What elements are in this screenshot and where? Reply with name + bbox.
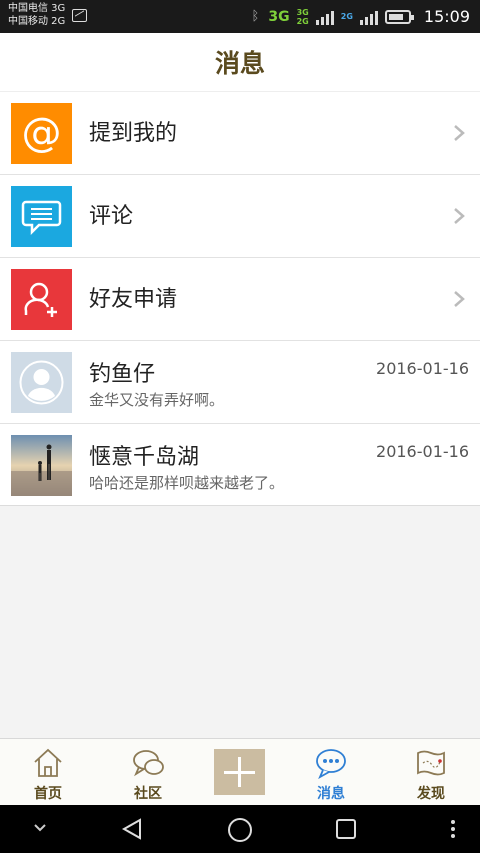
gallery-notification-icon xyxy=(72,9,87,22)
status-bar: 中国电信 3G 中国移动 2G ᛒ 3G 3G 2G 2G 15:09 xyxy=(0,0,480,33)
tab-community-label: 社区 xyxy=(134,786,162,802)
network-mini-bottom: 2G xyxy=(296,16,309,26)
tab-discover-label: 发现 xyxy=(417,786,445,802)
signal-strength-icon xyxy=(315,9,334,25)
message-list: @ 提到我的 评论 好友申请 钓鱼仔 金华又没有弄好啊。 2016-01-16 … xyxy=(0,91,480,506)
network-type-2g: 2G xyxy=(340,12,353,21)
message-date: 2016-01-16 xyxy=(376,359,469,378)
sender-name: 惬意千岛湖 xyxy=(89,445,200,470)
default-avatar xyxy=(11,352,72,413)
bluetooth-icon: ᛒ xyxy=(251,9,260,24)
list-item-comments[interactable]: 评论 xyxy=(0,174,480,257)
message-preview: 哈哈还是那样呗越来越老了。 xyxy=(89,474,285,492)
carrier-1: 中国电信 3G xyxy=(8,3,66,14)
friend-requests-label: 好友申请 xyxy=(89,287,178,312)
system-navigation-bar xyxy=(0,805,480,853)
message-icon xyxy=(314,747,348,780)
chevron-down-icon[interactable] xyxy=(33,823,47,833)
conversation-row[interactable]: 钓鱼仔 金华又没有弄好啊。 2016-01-16 xyxy=(0,340,480,423)
tab-home-label: 首页 xyxy=(34,786,62,802)
message-date: 2016-01-16 xyxy=(376,442,469,461)
signal-strength-icon-2 xyxy=(359,9,378,25)
bottom-tab-bar: 首页 社区 消息 发现 xyxy=(0,738,480,805)
page-title: 消息 xyxy=(214,49,265,78)
network-mini-top: 3G xyxy=(296,7,309,17)
page-header: 消息 xyxy=(0,33,480,91)
home-button-icon[interactable] xyxy=(227,817,253,843)
list-item-friend-requests[interactable]: 好友申请 xyxy=(0,257,480,340)
battery-icon xyxy=(384,9,414,24)
add-friend-icon xyxy=(11,269,72,330)
tab-community[interactable]: 社区 xyxy=(100,739,196,806)
tab-messages-label: 消息 xyxy=(317,786,345,802)
mentions-label: 提到我的 xyxy=(89,121,178,146)
community-icon xyxy=(131,747,165,779)
chevron-right-icon xyxy=(453,290,465,308)
chevron-right-icon xyxy=(453,207,465,225)
network-mini-indicator: 3G 2G xyxy=(297,8,309,26)
home-icon xyxy=(31,747,65,779)
map-icon xyxy=(414,747,448,779)
beach-photo-avatar xyxy=(11,435,72,496)
comments-label: 评论 xyxy=(89,204,134,229)
recent-apps-icon[interactable] xyxy=(335,818,357,840)
clock: 15:09 xyxy=(423,7,470,26)
carrier-2: 中国移动 2G xyxy=(8,16,66,27)
chevron-right-icon xyxy=(453,124,465,142)
tab-messages[interactable]: 消息 xyxy=(283,739,379,806)
comment-icon xyxy=(11,186,72,247)
list-item-mentions[interactable]: @ 提到我的 xyxy=(0,91,480,174)
more-options-icon[interactable] xyxy=(450,819,456,839)
back-icon[interactable] xyxy=(120,817,144,841)
conversation-row[interactable]: 惬意千岛湖 哈哈还是那样呗越来越老了。 2016-01-16 xyxy=(0,423,480,506)
network-type-3g: 3G xyxy=(268,8,290,25)
carrier-info: 中国电信 3G 中国移动 2G xyxy=(8,2,65,28)
tab-home[interactable]: 首页 xyxy=(0,739,96,806)
message-preview: 金华又没有弄好啊。 xyxy=(89,391,225,409)
sender-name: 钓鱼仔 xyxy=(89,362,156,387)
tab-discover[interactable]: 发现 xyxy=(383,739,479,806)
at-icon: @ xyxy=(11,103,72,164)
svg-text:@: @ xyxy=(22,110,62,156)
plus-icon[interactable] xyxy=(214,749,265,795)
